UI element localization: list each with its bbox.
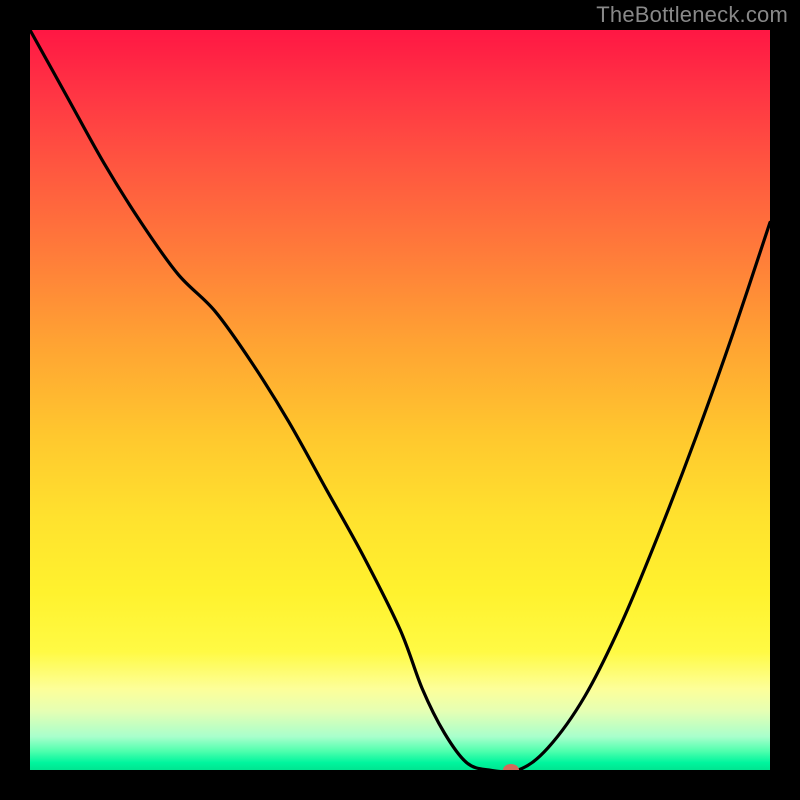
plot-area (30, 30, 770, 770)
watermark-text: TheBottleneck.com (596, 2, 788, 28)
curve-line (30, 30, 770, 770)
chart-container: TheBottleneck.com (0, 0, 800, 800)
bottleneck-marker (503, 764, 519, 770)
